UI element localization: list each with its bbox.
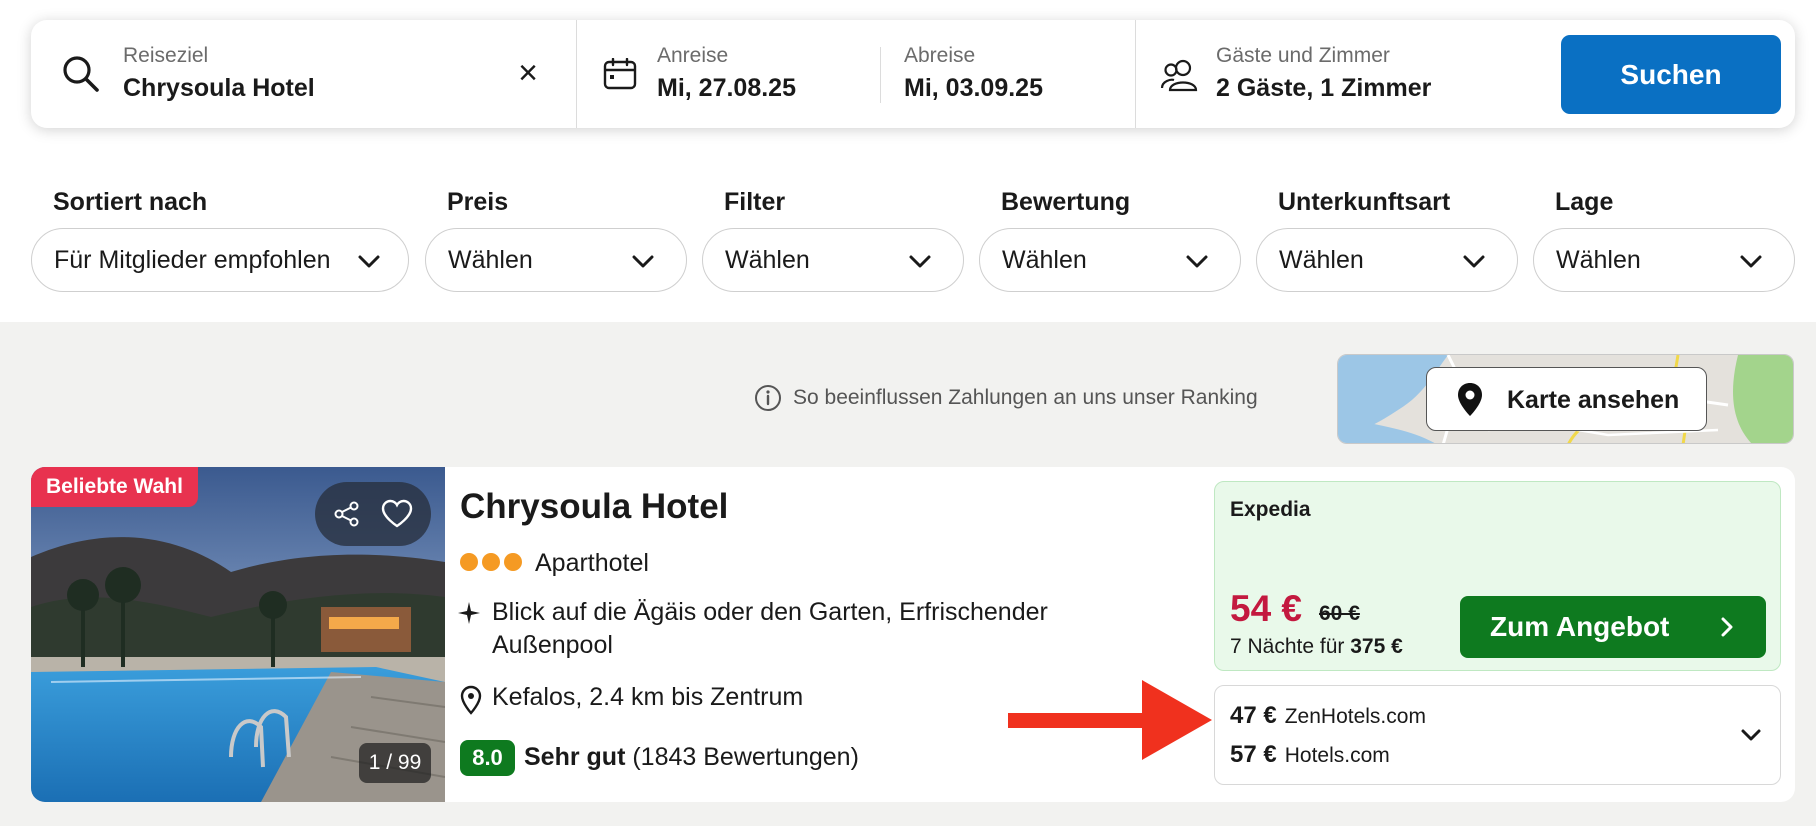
destination-label: Reiseziel [123,44,209,67]
rating-dot [460,553,478,571]
popular-choice-badge: Beliebte Wahl [31,467,198,507]
view-deal-button[interactable]: Zum Angebot [1460,596,1766,658]
hotel-location: Kefalos, 2.4 km bis Zentrum [492,683,804,711]
info-icon[interactable] [754,384,782,412]
offer-price: 54 € [1230,588,1303,629]
rating-text[interactable]: Sehr gut (1843 Bewertungen) [524,743,859,772]
filter-value: Wählen [448,246,533,274]
filter-value: Wählen [1556,246,1641,274]
checkin-field[interactable]: Anreise Mi, 27.08.25 [577,20,911,128]
share-icon[interactable] [333,500,361,528]
chevron-down-icon [1186,255,1208,268]
alternative-offers[interactable]: 47 € ZenHotels.com 57 € Hotels.com [1214,685,1781,785]
calendar-icon [603,58,637,90]
hotel-type: Aparthotel [535,549,649,577]
alt-offer-price: 57 € [1230,741,1277,768]
accommodation-type-dropdown[interactable]: Wählen [1256,228,1518,292]
rating-dropdown[interactable]: Wählen [979,228,1241,292]
alt-offer-row[interactable]: 57 € Hotels.com [1230,741,1390,769]
filter-title: Preis [447,188,509,216]
annotation-arrow [1008,680,1212,760]
sparkle-icon [458,602,480,624]
guests-field[interactable]: Gäste und Zimmer 2 Gäste, 1 Zimmer [1136,20,1546,128]
map-preview[interactable]: Karte ansehen [1337,354,1794,444]
guests-value[interactable]: 2 Gäste, 1 Zimmer [1216,74,1431,103]
view-map-label: Karte ansehen [1507,386,1680,414]
rating-dot [504,553,522,571]
destination-field[interactable]: Reiseziel Chrysoula Hotel [31,20,576,128]
view-deal-label: Zum Angebot [1490,611,1670,642]
chevron-down-icon [1463,255,1485,268]
score-badge: 8.0 [460,740,515,776]
ranking-info-link[interactable]: So beeinflussen Zahlungen an uns unser R… [793,386,1258,410]
alt-offer-price: 47 € [1230,702,1277,729]
filter-title: Unterkunftsart [1278,188,1451,216]
rating-dot [482,553,500,571]
filter-title: Bewertung [1001,188,1131,216]
checkout-value[interactable]: Mi, 03.09.25 [904,74,1043,103]
review-count: (1843 Bewertungen) [632,743,859,771]
score-label: Sehr gut [524,743,626,771]
sort-dropdown[interactable]: Für Mitglieder empfohlen [31,228,409,292]
alt-offer-provider: Hotels.com [1284,744,1390,767]
chevron-down-icon [358,255,380,268]
filter-title: Lage [1555,188,1614,216]
main-offer[interactable]: Expedia 54 € 60 € 7 Nächte für 375 € Zum… [1214,481,1781,671]
checkin-value[interactable]: Mi, 27.08.25 [657,74,796,103]
filter-value: Wählen [1279,246,1364,274]
photo-actions [315,482,431,546]
hotel-features: Blick auf die Ägäis oder den Garten, Erf… [492,598,1048,659]
chevron-down-icon [1740,255,1762,268]
filter-title: Sortiert nach [53,188,208,216]
checkin-label: Anreise [657,44,729,67]
top-section: Reiseziel Chrysoula Hotel × Anreise Mi, … [0,0,1816,322]
view-map-button[interactable]: Karte ansehen [1426,367,1707,431]
checkout-label: Abreise [904,44,976,67]
offer-total: 7 Nächte für 375 € [1230,635,1403,659]
close-icon[interactable]: × [513,56,543,90]
filter-title: Filter [724,188,786,216]
search-icon [63,56,99,92]
price-dropdown[interactable]: Wählen [425,228,687,292]
chevron-right-icon [1721,617,1733,637]
location-pin-icon [460,685,482,715]
destination-value[interactable]: Chrysoula Hotel [123,74,315,103]
alt-offer-provider: ZenHotels.com [1284,705,1426,728]
chevron-down-icon[interactable] [1740,726,1762,744]
users-icon [1160,59,1198,92]
star-rating [460,553,526,576]
nights-text: 7 Nächte für [1230,635,1345,658]
filter-dropdown[interactable]: Wählen [702,228,964,292]
location-dropdown[interactable]: Wählen [1533,228,1795,292]
filter-value: Für Mitglieder empfohlen [54,246,331,274]
heart-icon[interactable] [381,499,413,529]
guests-label: Gäste und Zimmer [1216,44,1390,67]
checkout-field[interactable]: Abreise Mi, 03.09.25 [881,20,1165,128]
photo-counter: 1 / 99 [359,743,431,783]
chevron-down-icon [909,255,931,268]
search-bar: Reiseziel Chrysoula Hotel × Anreise Mi, … [31,20,1795,128]
offer-old-price: 60 € [1319,602,1360,625]
total-price: 375 € [1350,635,1403,658]
offer-provider: Expedia [1230,498,1311,521]
filter-value: Wählen [1002,246,1087,274]
search-button[interactable]: Suchen [1561,35,1781,114]
hotel-photo[interactable]: Beliebte Wahl 1 / 99 [31,467,446,802]
hotel-card[interactable]: Beliebte Wahl 1 / 99 Chrysoula Hotel Apa… [31,467,1795,802]
map-pin-icon [1458,383,1482,416]
hotel-name[interactable]: Chrysoula Hotel [460,487,728,527]
alt-offer-row[interactable]: 47 € ZenHotels.com [1230,702,1426,730]
chevron-down-icon [632,255,654,268]
filter-value: Wählen [725,246,810,274]
